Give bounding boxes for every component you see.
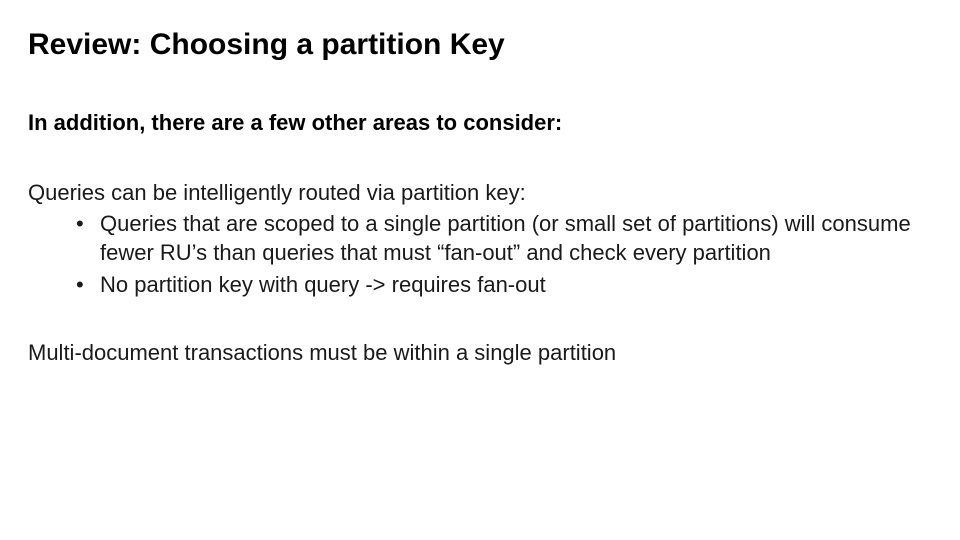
list-item: Queries that are scoped to a single part… (76, 210, 932, 267)
closing-text: Multi-document transactions must be with… (28, 340, 932, 366)
intro-text: In addition, there are a few other areas… (28, 110, 932, 136)
bullet-list: Queries that are scoped to a single part… (76, 210, 932, 300)
list-item: No partition key with query -> requires … (76, 271, 932, 300)
slide-container: Review: Choosing a partition Key In addi… (0, 0, 960, 540)
subhead-text: Queries can be intelligently routed via … (28, 180, 932, 206)
slide-title: Review: Choosing a partition Key (28, 28, 932, 62)
